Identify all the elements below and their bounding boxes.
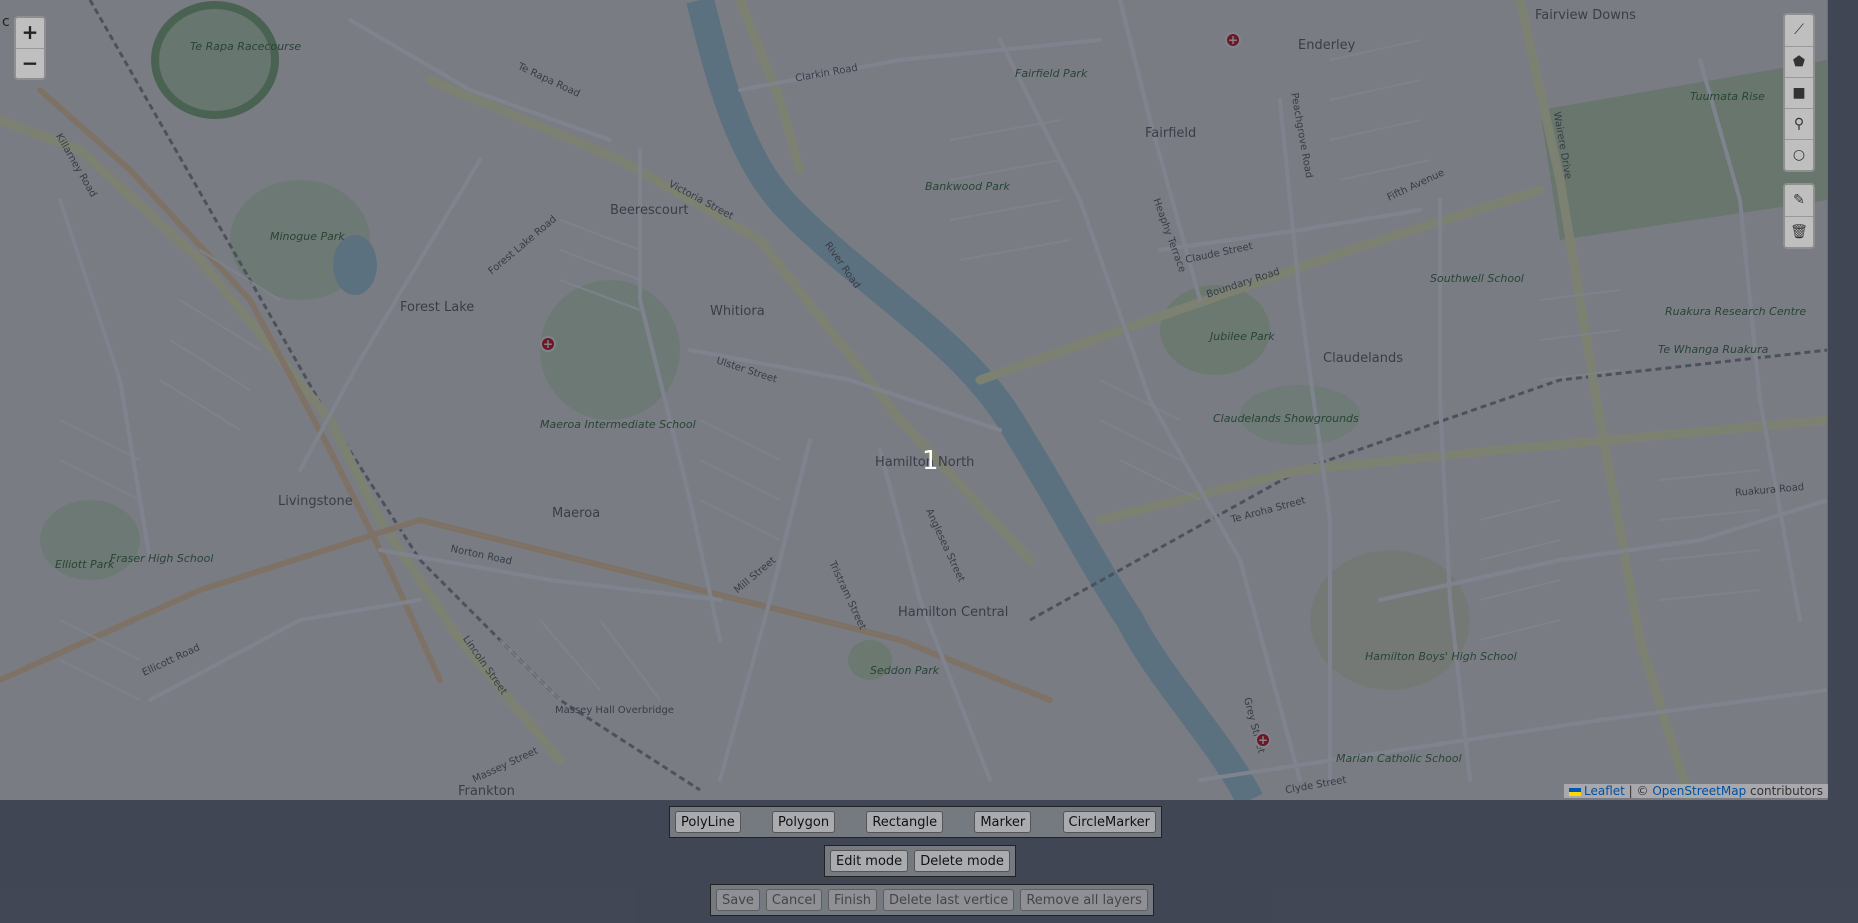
polyline-icon[interactable]: ⟋: [1785, 15, 1813, 46]
map-attribution: Leaflet | © OpenStreetMap contributors: [1564, 784, 1828, 798]
remove-all-layers-button[interactable]: Remove all layers: [1020, 889, 1148, 911]
map-cluster-number: 1: [922, 446, 939, 476]
edit-icon[interactable]: ✎: [1785, 185, 1813, 216]
marker-button[interactable]: Marker: [974, 811, 1032, 833]
hospital-icon: +: [1225, 32, 1241, 48]
finish-button[interactable]: Finish: [827, 889, 877, 911]
cancel-button[interactable]: Cancel: [765, 889, 822, 911]
draw-toolbar: ⟋ ⬟ ■ ⚲ ○: [1783, 13, 1815, 172]
edge-letter: c: [2, 14, 10, 30]
rectangle-icon[interactable]: ■: [1785, 77, 1813, 108]
attribution-suffix: contributors: [1746, 784, 1823, 798]
hospital-icon: +: [1255, 732, 1271, 748]
polygon-button[interactable]: Polygon: [771, 811, 836, 833]
polygon-icon[interactable]: ⬟: [1785, 46, 1813, 77]
zoom-control: + −: [14, 16, 46, 80]
save-button[interactable]: Save: [716, 889, 760, 911]
zoom-out-button[interactable]: −: [16, 48, 44, 78]
delete-mode-button[interactable]: Delete mode: [914, 850, 1010, 872]
marker-icon[interactable]: ⚲: [1785, 108, 1813, 139]
edit-mode-button[interactable]: Edit mode: [830, 850, 909, 872]
action-buttons-group: Save Cancel Finish Delete last vertice R…: [710, 884, 1154, 916]
hospital-icon: +: [540, 336, 556, 352]
delete-last-vertice-button[interactable]: Delete last vertice: [882, 889, 1015, 911]
trash-icon[interactable]: 🗑: [1785, 216, 1813, 247]
osm-link[interactable]: OpenStreetMap: [1652, 784, 1746, 798]
attribution-separator: | ©: [1624, 784, 1653, 798]
draw-buttons-group: PolyLine Polygon Rectangle Marker Circle…: [669, 806, 1162, 838]
circle-icon[interactable]: ○: [1785, 139, 1813, 170]
zoom-in-button[interactable]: +: [16, 18, 44, 48]
mode-buttons-group: Edit mode Delete mode: [824, 845, 1016, 877]
map-canvas[interactable]: Fairview Downs Enderley Fairfield Beeres…: [0, 0, 1828, 800]
rectangle-button[interactable]: Rectangle: [866, 811, 944, 833]
basemap-tiles: [0, 0, 1827, 800]
circlemarker-button[interactable]: CircleMarker: [1062, 811, 1156, 833]
leaflet-link[interactable]: Leaflet: [1584, 784, 1625, 798]
ukraine-flag-icon: [1569, 787, 1581, 796]
edit-toolbar: ✎ 🗑: [1783, 183, 1815, 249]
polyline-button[interactable]: PolyLine: [675, 811, 741, 833]
